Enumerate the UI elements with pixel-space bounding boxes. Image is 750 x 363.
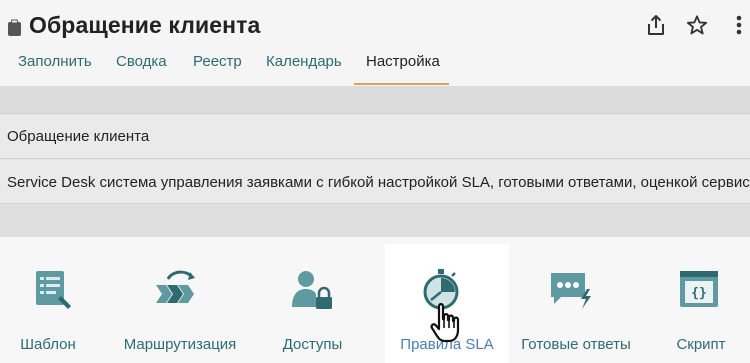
tab-settings[interactable]: Настройка: [366, 53, 440, 70]
canned-replies-label: Готовые ответы: [521, 336, 631, 353]
sla-rules-label: Правила SLA: [400, 336, 494, 353]
script-label: Скрипт: [676, 336, 726, 353]
template-label: Шаблон: [20, 336, 76, 353]
access-button[interactable]: Доступы: [265, 237, 360, 363]
app-description-text: Service Desk система управления заявками…: [7, 174, 750, 191]
share-icon: [648, 15, 664, 35]
access-label: Доступы: [282, 336, 343, 353]
routing-icon: [156, 270, 195, 303]
page-title: Обращение клиента: [29, 12, 261, 38]
tab-registry[interactable]: Реестр: [193, 53, 242, 70]
timer-icon: [423, 269, 459, 310]
template-icon: [36, 271, 71, 309]
app-name-row: Обращение клиента: [0, 115, 750, 159]
script-button[interactable]: {} Скрипт: [660, 237, 742, 363]
routing-label: Маршрутизация: [123, 336, 237, 353]
share-button[interactable]: [643, 12, 669, 38]
section-divider: [0, 205, 750, 237]
canned-replies-icon: [551, 273, 591, 309]
more-menu-button[interactable]: [726, 12, 750, 38]
favorite-button[interactable]: [684, 12, 710, 38]
star-icon: [686, 15, 708, 35]
svg-text:{}: {}: [691, 286, 707, 301]
app-description-row: Service Desk система управления заявками…: [0, 160, 750, 204]
app-name-text: Обращение клиента: [7, 128, 150, 145]
active-tab-indicator: [354, 83, 449, 85]
tab-summary[interactable]: Сводка: [116, 53, 167, 70]
routing-button[interactable]: Маршрутизация: [110, 237, 250, 363]
section-divider: [0, 86, 750, 114]
clipboard-icon: [8, 19, 21, 36]
tab-calendar[interactable]: Календарь: [266, 53, 342, 70]
access-icon: [292, 271, 332, 309]
script-icon: {}: [680, 271, 718, 307]
canned-replies-button[interactable]: Готовые ответы: [512, 237, 640, 363]
title-row: Обращение клиента: [0, 8, 750, 42]
template-button[interactable]: Шаблон: [0, 237, 105, 363]
tab-bar: Заполнить Сводка Реестр Календарь Настро…: [0, 50, 750, 86]
more-vertical-icon: [736, 15, 742, 35]
sla-rules-button[interactable]: Правила SLA: [385, 237, 509, 363]
header: Обращение клиента Заполнить Сводка Реест…: [0, 0, 750, 86]
tab-fill[interactable]: Заполнить: [18, 53, 92, 70]
